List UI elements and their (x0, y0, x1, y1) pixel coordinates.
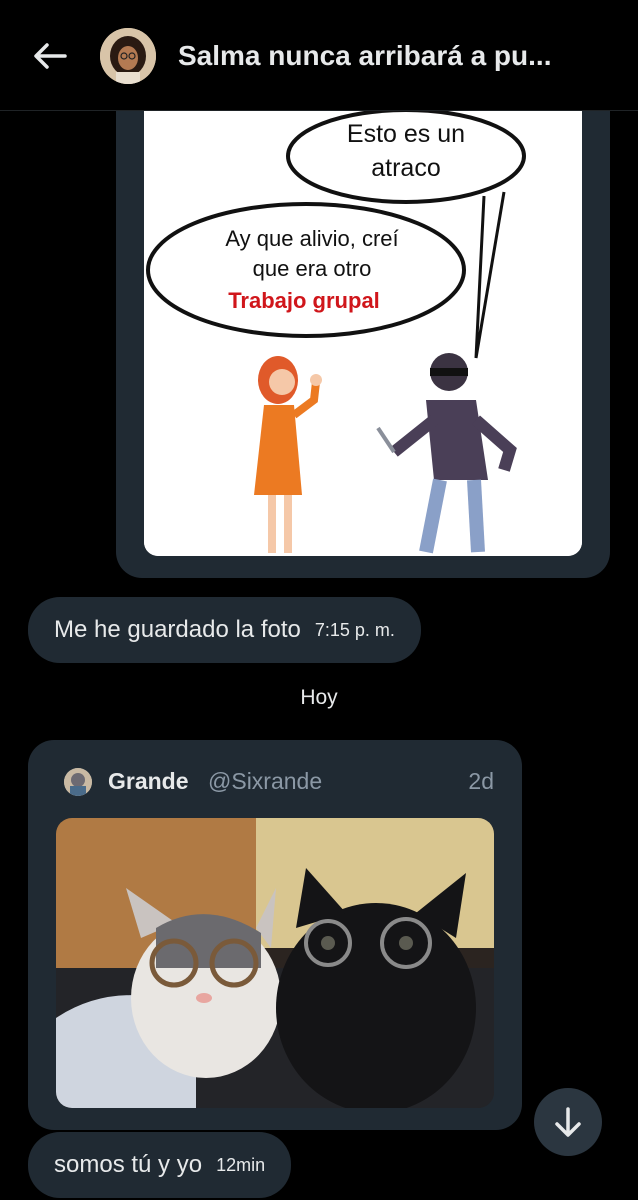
back-button[interactable] (30, 36, 70, 76)
comic-bubble-2-line-3: Trabajo grupal (228, 288, 380, 313)
quoted-author-name[interactable]: Grande (108, 768, 189, 795)
black-cat (276, 868, 476, 1108)
comic-bubble-2-line-1: Ay que alivio, creí (225, 226, 398, 251)
arrow-left-icon (34, 43, 67, 69)
message-text: Me he guardado la foto (54, 616, 301, 643)
message-bubble[interactable]: somos tú y yo 12min (28, 1132, 292, 1198)
comic-image[interactable]: Esto es un atraco Ay que alivio, creí qu… (144, 100, 582, 556)
message-time: 12min (216, 1154, 266, 1175)
message-bubble[interactable]: Me he guardado la foto 7:15 p. m. (28, 597, 421, 663)
conversation-title[interactable]: Salma nunca arribará a pu... (178, 40, 551, 72)
quoted-post-message[interactable]: Grande @Sixrande 2d (28, 740, 522, 1130)
quoted-post-age: 2d (468, 768, 494, 794)
quoted-author-handle[interactable]: @Sixrande (208, 768, 322, 795)
quoted-post-photo[interactable] (56, 818, 494, 1108)
message-text: somos tú y yo (54, 1151, 203, 1178)
scroll-to-bottom-button[interactable] (534, 1088, 602, 1156)
comic-bubble-2-line-2: que era otro (253, 256, 372, 281)
arrow-down-icon (555, 1107, 581, 1137)
quoted-author-avatar (64, 768, 92, 796)
image-message[interactable]: Esto es un atraco Ay que alivio, creí qu… (116, 100, 610, 578)
comic-bubble-1-line-2: atraco (371, 154, 440, 182)
message-time: 7:15 p. m. (314, 619, 395, 640)
avatar[interactable] (100, 28, 156, 84)
conversation-header: Salma nunca arribará a pu... (0, 0, 638, 111)
comic-bubble-1-line-1: Esto es un (347, 120, 465, 148)
day-separator: Hoy (300, 686, 338, 709)
